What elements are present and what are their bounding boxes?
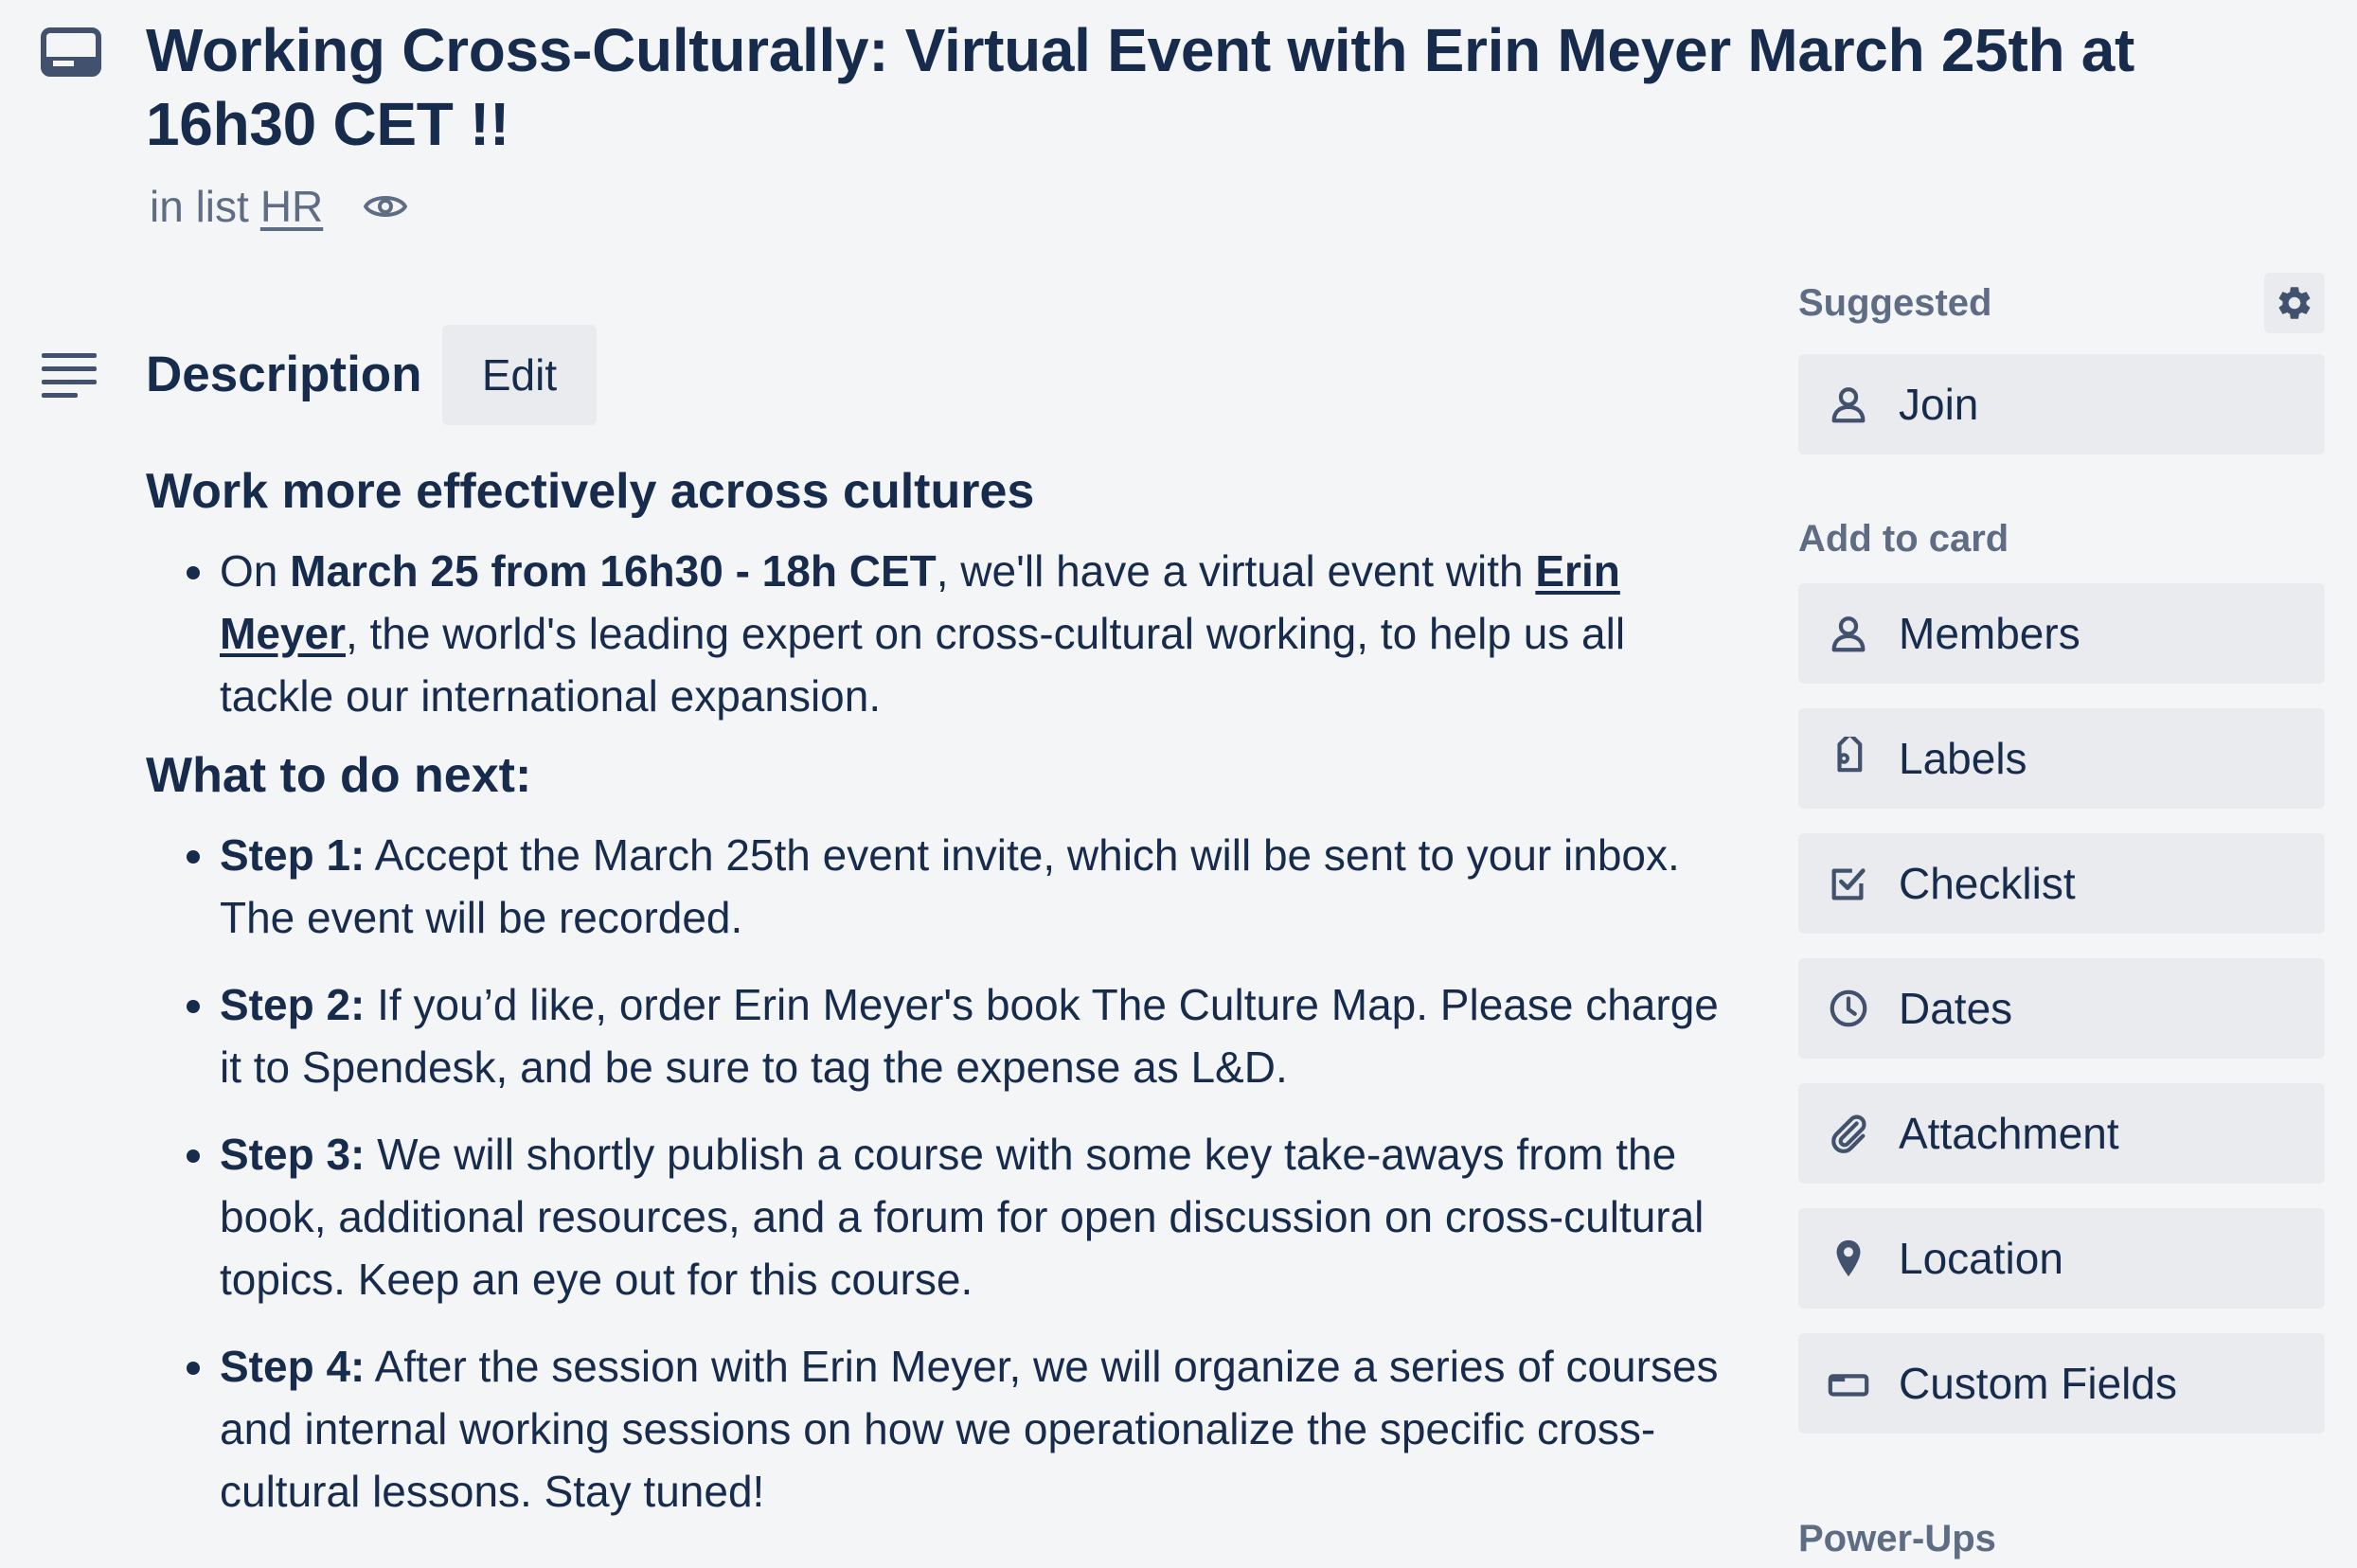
intro-text-1: On bbox=[220, 546, 291, 596]
step-text: After the session with Erin Meyer, we wi… bbox=[220, 1342, 1719, 1516]
steps-list: Step 1: Accept the March 25th event invi… bbox=[146, 824, 1727, 1523]
attachment-label: Attachment bbox=[1899, 1109, 2119, 1158]
custom-fields-icon bbox=[1828, 1374, 1869, 1397]
person-icon bbox=[1831, 616, 1866, 652]
description-body[interactable]: Work more effectively across cultures On… bbox=[146, 460, 1727, 1523]
intro-list: On March 25 from 16h30 - 18h CET, we'll … bbox=[146, 540, 1727, 727]
labels-label: Labels bbox=[1899, 734, 2027, 783]
labels-button[interactable]: Labels bbox=[1798, 708, 2325, 809]
location-label: Location bbox=[1899, 1234, 2063, 1283]
in-list-label: in list bbox=[150, 182, 249, 231]
edit-description-button[interactable]: Edit bbox=[442, 325, 597, 425]
tag-icon bbox=[1837, 737, 1863, 773]
join-label: Join bbox=[1899, 380, 1979, 429]
suggestions-settings-button[interactable] bbox=[2264, 273, 2325, 333]
list-item: Step 1: Accept the March 25th event invi… bbox=[220, 824, 1727, 949]
step-label: Step 2: bbox=[220, 980, 366, 1029]
checklist-button[interactable]: Checklist bbox=[1798, 833, 2325, 934]
list-item: Step 3: We will shortly publish a course… bbox=[220, 1123, 1727, 1310]
description-subheading: Work more effectively across cultures bbox=[146, 464, 1035, 519]
attachment-button[interactable]: Attachment bbox=[1798, 1083, 2325, 1184]
list-item: Step 4: After the session with Erin Meye… bbox=[220, 1335, 1727, 1523]
list-info: in list HR bbox=[150, 180, 408, 233]
suggested-header: Suggested bbox=[1798, 273, 2325, 333]
intro-text-3: , the world's leading expert on cross-cu… bbox=[220, 609, 1626, 721]
card-icon bbox=[41, 27, 101, 77]
next-steps-heading: What to do next: bbox=[146, 748, 532, 803]
location-pin-icon bbox=[1836, 1239, 1861, 1277]
suggested-heading: Suggested bbox=[1798, 282, 1992, 324]
eye-icon[interactable] bbox=[363, 189, 408, 223]
step-label: Step 3: bbox=[220, 1130, 366, 1179]
join-button[interactable]: Join bbox=[1798, 354, 2325, 454]
location-button[interactable]: Location bbox=[1798, 1208, 2325, 1309]
intro-text-2: , we'll have a virtual event with bbox=[936, 546, 1536, 596]
dates-label: Dates bbox=[1899, 984, 2013, 1033]
paperclip-icon bbox=[1831, 1114, 1866, 1153]
list-link[interactable]: HR bbox=[260, 180, 323, 233]
step-label: Step 4: bbox=[220, 1342, 366, 1391]
checkbox-icon bbox=[1831, 868, 1866, 900]
person-icon bbox=[1831, 387, 1866, 423]
card-title[interactable]: Working Cross-Culturally: Virtual Event … bbox=[146, 13, 2210, 161]
event-datetime: March 25 from 16h30 - 18h CET bbox=[290, 546, 937, 596]
dates-button[interactable]: Dates bbox=[1798, 958, 2325, 1059]
checklist-label: Checklist bbox=[1899, 859, 2076, 908]
step-text: Accept the March 25th event invite, whic… bbox=[220, 830, 1680, 942]
custom-fields-label: Custom Fields bbox=[1899, 1359, 2177, 1408]
description-icon bbox=[42, 353, 97, 398]
custom-fields-button[interactable]: Custom Fields bbox=[1798, 1333, 2325, 1434]
gear-icon bbox=[2278, 287, 2311, 319]
step-text: If you’d like, order Erin Meyer's book T… bbox=[220, 980, 1719, 1092]
members-button[interactable]: Members bbox=[1798, 583, 2325, 684]
intro-item: On March 25 from 16h30 - 18h CET, we'll … bbox=[220, 540, 1727, 727]
clock-icon bbox=[1830, 989, 1867, 1027]
card-sidebar: Suggested Join Add to card Members Label… bbox=[1798, 273, 2325, 1562]
add-to-card-heading: Add to card bbox=[1798, 518, 2009, 560]
step-label: Step 1: bbox=[220, 830, 366, 880]
description-heading: Description bbox=[146, 347, 422, 402]
list-item: Step 2: If you’d like, order Erin Meyer'… bbox=[220, 973, 1727, 1098]
power-ups-heading: Power-Ups bbox=[1798, 1518, 1996, 1559]
members-label: Members bbox=[1899, 609, 2080, 658]
step-text: We will shortly publish a course with so… bbox=[220, 1130, 1705, 1304]
